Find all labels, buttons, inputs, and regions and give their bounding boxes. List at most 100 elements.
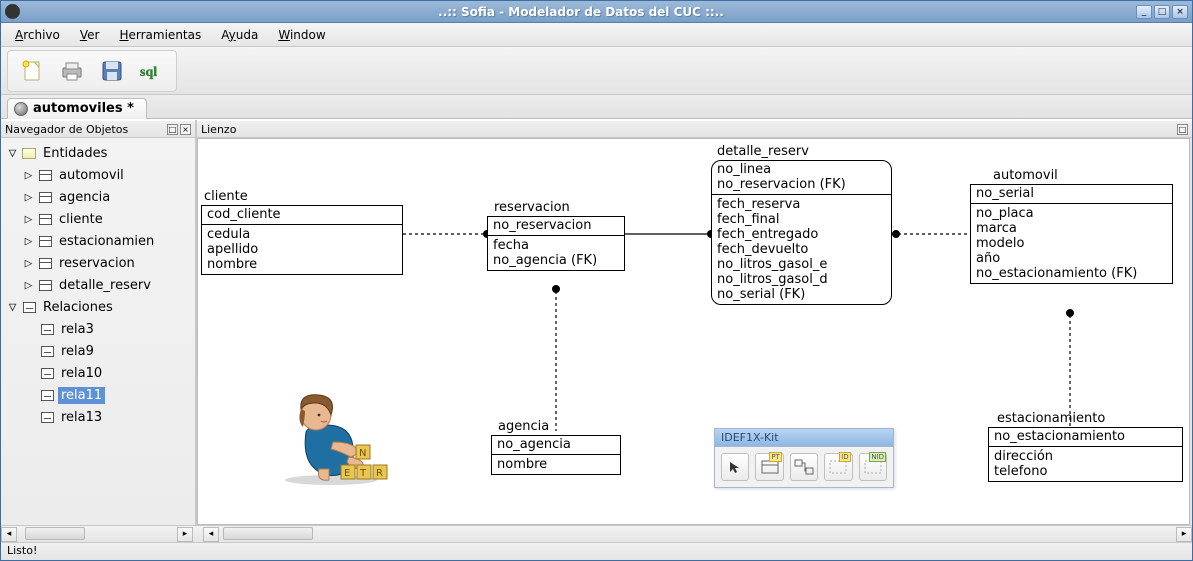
tree-label: Relaciones — [40, 299, 116, 316]
tree-node-relation[interactable]: rela10 — [3, 362, 193, 384]
palette-relation-button[interactable] — [790, 453, 818, 481]
expand-icon[interactable]: ▷ — [23, 168, 34, 183]
tree-node-entity[interactable]: ▷ cliente — [3, 208, 193, 230]
expand-icon[interactable]: ▷ — [23, 212, 34, 227]
palette-title[interactable]: IDEF1X-Kit — [715, 429, 893, 447]
scroll-right-button[interactable]: ▸ — [1176, 527, 1192, 542]
new-file-icon — [20, 59, 44, 83]
document-tab[interactable]: automoviles * — [7, 98, 147, 119]
scroll-thumb[interactable] — [223, 527, 313, 540]
tree-label: automovil — [56, 167, 127, 184]
svg-text:sql: sql — [140, 65, 157, 80]
entity-key: no_estacionamiento — [994, 429, 1177, 444]
scroll-left-button[interactable]: ◂ — [1, 527, 17, 542]
pt-tag: PT — [769, 452, 782, 462]
entity-title: agencia — [498, 419, 549, 434]
tree-label: rela11 — [58, 387, 105, 404]
idef1x-palette[interactable]: IDEF1X-Kit PT ID NID — [714, 428, 894, 488]
object-navigator-panel: Navegador de Objetos □ × ▽ Entidades ▷ au… — [1, 120, 197, 525]
window-titlebar: ..:: Sofia - Modelador de Datos del CUC … — [1, 1, 1192, 23]
panel-toggle-button[interactable]: □ — [167, 124, 178, 135]
tree-node-relation[interactable]: rela3 — [3, 318, 193, 340]
scroll-right-button[interactable]: ▸ — [177, 527, 193, 542]
object-navigator-title: Navegador de Objetos — [5, 123, 128, 136]
entity-attr: no_agencia (FK) — [493, 253, 619, 268]
expand-icon[interactable]: ▷ — [23, 190, 34, 205]
tree-node-entity[interactable]: ▷ automovil — [3, 164, 193, 186]
tree-label: cliente — [56, 211, 106, 228]
entity-key: no_linea — [717, 162, 886, 177]
entity-agencia[interactable]: no_agencia nombre — [491, 435, 621, 475]
palette-entity-pt-button[interactable]: PT — [755, 453, 783, 481]
entity-reservacion[interactable]: no_reservacion fecha no_agencia (FK) — [487, 216, 625, 271]
scroll-thumb[interactable] — [25, 527, 85, 540]
entity-automovil[interactable]: no_serial no_placa marca modelo año no_e… — [970, 184, 1173, 284]
collapse-icon[interactable]: ▽ — [7, 300, 18, 315]
entity-cliente[interactable]: cod_cliente cedula apellido nombre — [201, 205, 403, 275]
tree-node-relation[interactable]: rela13 — [3, 406, 193, 428]
tree-label: reservacion — [56, 255, 138, 272]
expand-icon[interactable]: ▷ — [23, 234, 34, 249]
entity-attr: marca — [976, 221, 1167, 236]
toolbar-new-button[interactable] — [16, 55, 48, 87]
expand-icon[interactable]: ▷ — [23, 278, 34, 293]
menu-ayuda[interactable]: Ayuda — [213, 26, 266, 44]
sql-icon: sql — [139, 59, 165, 83]
entity-estacionamiento[interactable]: no_estacionamiento dirección telefono — [988, 427, 1183, 482]
panel-close-button[interactable]: × — [180, 124, 191, 135]
menu-archivo[interactable]: Archivo — [7, 26, 68, 44]
entity-detalle-reserv[interactable]: no_linea no_reservacion (FK) fech_reserv… — [711, 160, 892, 305]
entity-title: detalle_reserv — [717, 144, 809, 159]
maximize-button[interactable]: □ — [1154, 5, 1170, 19]
tree-node-entity[interactable]: ▷ reservacion — [3, 252, 193, 274]
palette-pointer-button[interactable] — [721, 453, 749, 481]
menubar: Archivo Ver Herramientas Ayuda Window — [1, 23, 1192, 47]
tree-label: rela10 — [58, 365, 105, 382]
scroll-left-button[interactable]: ◂ — [203, 527, 219, 542]
entity-icon — [39, 236, 52, 247]
save-icon — [100, 59, 124, 83]
tree-label: estacionamien — [56, 233, 157, 250]
minimize-button[interactable]: _ — [1136, 5, 1152, 19]
close-button[interactable]: × — [1172, 5, 1188, 19]
collapse-icon[interactable]: ▽ — [7, 146, 18, 161]
entity-attr: nombre — [497, 457, 615, 472]
tree-node-entity[interactable]: ▷ detalle_reserv — [3, 274, 193, 296]
menu-herramientas[interactable]: Herramientas — [111, 26, 209, 44]
tree-node-relation[interactable]: rela11 — [3, 384, 193, 406]
entity-title: automovil — [993, 168, 1058, 183]
entity-icon — [761, 460, 779, 474]
entity-attr: fech_devuelto — [717, 242, 886, 257]
entity-attr: cedula — [207, 227, 397, 242]
diagram-canvas[interactable]: cliente cod_cliente cedula apellido nomb… — [197, 138, 1190, 525]
toolbar-save-button[interactable] — [96, 55, 128, 87]
tree-node-entity[interactable]: ▷ estacionamien — [3, 230, 193, 252]
entity-icon — [39, 192, 52, 203]
toolbar-print-button[interactable] — [56, 55, 88, 87]
horizontal-scrollbar[interactable]: ◂ ▸ ◂ ▸ — [1, 525, 1192, 542]
palette-id-button[interactable]: ID — [824, 453, 852, 481]
folder-icon — [22, 148, 36, 159]
entity-icon — [39, 170, 52, 181]
entity-key: no_reservacion (FK) — [717, 177, 886, 192]
svg-text:N: N — [359, 448, 366, 459]
canvas-title: Lienzo — [201, 123, 236, 136]
entity-attr: año — [976, 251, 1167, 266]
id-tag: ID — [839, 452, 850, 462]
tree-node-relaciones[interactable]: ▽ Relaciones — [3, 296, 193, 318]
menu-window[interactable]: Window — [270, 26, 333, 44]
tree-label: detalle_reserv — [56, 277, 154, 294]
tree-node-entity[interactable]: ▷agencia — [3, 186, 193, 208]
panel-toggle-button[interactable]: □ — [1177, 124, 1188, 135]
workspace: Navegador de Objetos □ × ▽ Entidades ▷ au… — [1, 119, 1192, 525]
palette-nid-button[interactable]: NID — [859, 453, 887, 481]
tree-node-relation[interactable]: rela9 — [3, 340, 193, 362]
toolbar-sql-button[interactable]: sql — [136, 55, 168, 87]
entity-key: no_agencia — [497, 437, 615, 452]
object-tree[interactable]: ▽ Entidades ▷ automovil ▷agencia ▷ cliente… — [1, 138, 195, 525]
mascot-image: N E T R — [271, 387, 391, 487]
tree-node-entidades[interactable]: ▽ Entidades — [3, 142, 193, 164]
expand-icon[interactable]: ▷ — [23, 256, 34, 271]
menu-ver[interactable]: Ver — [72, 26, 108, 44]
entity-attr: no_litros_gasol_e — [717, 257, 886, 272]
